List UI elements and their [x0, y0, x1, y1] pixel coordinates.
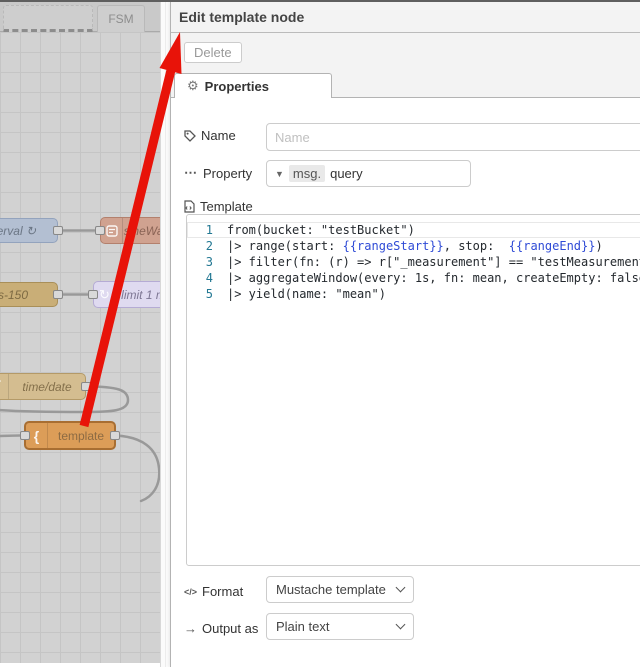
node-label: limit 1 ms	[121, 287, 160, 302]
node-port-in[interactable]	[95, 225, 105, 235]
code-text: |> aggregateWindow(every: 1s, fn: mean, …	[227, 271, 640, 285]
format-label: </> Format	[184, 584, 244, 599]
ellipsis-icon: ⋯	[184, 165, 198, 180]
flow-node-template[interactable]: {template	[20, 421, 120, 450]
line-number: 4	[205, 271, 213, 285]
node-port-out[interactable]	[53, 289, 63, 299]
flow-node-time-date[interactable]: f time/date	[0, 373, 91, 400]
line-number: 2	[205, 239, 213, 253]
node-port-in[interactable]	[88, 289, 98, 299]
tab-properties[interactable]: ⚙ Properties	[174, 73, 332, 98]
node-edit-form: Name ⋯ Property ▼ msg. query Template 1f…	[171, 100, 640, 667]
format-select-value: Mustache template	[276, 582, 386, 597]
flow-canvas[interactable]: interval ↻ sineWave s-150 ↻limit 1 ms f time/…	[0, 32, 160, 663]
node-icon: f	[0, 374, 9, 399]
file-code-icon	[184, 200, 195, 213]
flow-node-sinewave[interactable]: sineWave	[95, 217, 160, 244]
code-line[interactable]: 5 |> yield(name: "mean")	[187, 286, 640, 302]
arrow-right-icon: →	[184, 621, 197, 636]
property-value[interactable]: query	[330, 166, 363, 181]
format-select[interactable]: Mustache template	[266, 576, 414, 603]
edit-tray: Edit template node Delete ⚙ Properties N…	[170, 2, 640, 667]
node-port-out[interactable]	[81, 381, 91, 391]
template-code-editor[interactable]: 1 from(bucket: "testBucket") 2 |> range(sta…	[186, 214, 640, 566]
flow-tab-fsm[interactable]: FSM	[97, 5, 145, 32]
node-label: time/date	[22, 379, 72, 394]
flow-workspace: FSM interval ↻sineWaves-150↻limit 1 msft…	[0, 2, 160, 663]
node-port-out[interactable]	[110, 430, 120, 440]
tray-title: Edit template node	[171, 2, 640, 33]
node-label: s-150	[0, 287, 29, 302]
flow-node-interval[interactable]: interval ↻	[0, 218, 63, 243]
flow-tab-label: FSM	[108, 12, 134, 26]
node-label: interval ↻	[0, 223, 37, 238]
line-number: 5	[205, 287, 213, 301]
name-input[interactable]	[266, 123, 640, 151]
output-as-select[interactable]: Plain text	[266, 613, 414, 640]
output-as-label: → Output as	[184, 621, 259, 636]
mustache-token: {{rangeEnd}}	[508, 239, 596, 253]
canvas-scrollbar[interactable]	[160, 2, 170, 667]
node-port-out[interactable]	[53, 225, 63, 235]
template-label: Template	[184, 199, 253, 214]
line-number: 1	[205, 223, 213, 237]
scrollbar-track	[165, 2, 166, 667]
node-label: template	[57, 428, 105, 443]
code-text: |> range(start:	[227, 239, 343, 253]
gear-icon: ⚙	[187, 78, 199, 93]
code-text: , stop:	[443, 239, 509, 253]
code-line[interactable]: 3 |> filter(fn: (r) => r["_measurement"] …	[187, 254, 640, 270]
mustache-token: {{rangeStart}}	[342, 239, 444, 253]
line-number: 3	[205, 255, 213, 269]
chevron-down-icon	[395, 619, 406, 630]
code-line[interactable]: 1 from(bucket: "testBucket")	[187, 222, 640, 238]
wire[interactable]	[0, 434, 22, 438]
property-type[interactable]: msg.	[288, 165, 326, 182]
code-line[interactable]: 4 |> aggregateWindow(every: 1s, fn: mean,…	[187, 270, 640, 286]
tray-toolbar: Delete	[171, 33, 640, 72]
output-as-select-value: Plain text	[276, 619, 330, 634]
node-label: sineWave	[123, 223, 160, 238]
wire[interactable]	[114, 434, 160, 503]
code-text: |> filter(fn: (r) => r["_measurement"] =…	[227, 255, 640, 269]
code-text: |> yield(name: "mean")	[227, 287, 386, 301]
flow-tabbar: FSM	[0, 2, 160, 32]
code-text: from(bucket: "testBucket")	[227, 223, 415, 237]
tag-icon	[184, 129, 196, 142]
code-text: )	[595, 239, 603, 253]
property-label: ⋯ Property	[184, 165, 253, 181]
node-red-window: FSM interval ↻sineWaves-150↻limit 1 msft…	[0, 0, 640, 667]
flow-wires	[0, 229, 160, 503]
window-top-border	[0, 0, 640, 2]
flow-node-limit[interactable]: ↻limit 1 ms	[88, 281, 160, 308]
chevron-down-icon	[395, 582, 406, 593]
flow-node-s-150[interactable]: s-150	[0, 282, 63, 307]
tab-properties-label: Properties	[204, 78, 269, 94]
code-brackets-icon: </>	[184, 586, 198, 597]
code-line[interactable]: 2 |> range(start: {{rangeStart}}, stop: {…	[187, 238, 640, 254]
delete-button[interactable]: Delete	[184, 42, 242, 63]
node-port-in[interactable]	[20, 430, 30, 440]
flow-tab-partial[interactable]	[3, 5, 93, 32]
caret-down-icon[interactable]: ▼	[275, 169, 284, 179]
name-label: Name	[184, 128, 236, 143]
property-typed-input[interactable]: ▼ msg. query	[266, 160, 471, 187]
editor-tabrow: ⚙ Properties	[171, 72, 640, 98]
